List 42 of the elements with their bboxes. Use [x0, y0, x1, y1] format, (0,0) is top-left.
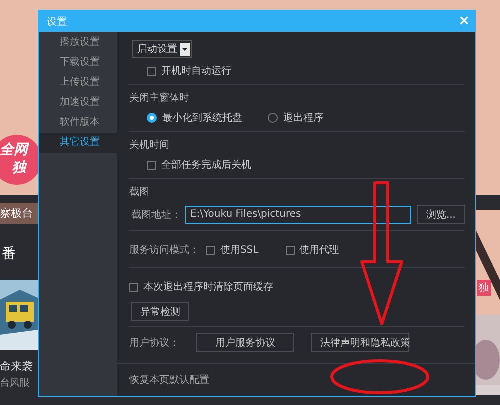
video-title: 察极台	[0, 203, 38, 224]
sidebar-item[interactable]: 下载设置	[39, 53, 118, 73]
checkbox[interactable]	[147, 66, 156, 76]
checkbox[interactable]	[206, 246, 216, 254]
caret-icon	[180, 42, 190, 56]
video-title: 台风眼	[0, 376, 30, 390]
checkbox-label: 使用代理	[300, 244, 340, 257]
sidebar-item[interactable]: 软件版本	[39, 113, 118, 133]
field-label: 截图地址：	[131, 208, 182, 222]
checkbox-label: 本次退出程序时清除页面缓存	[143, 280, 274, 294]
diagnose-button[interactable]: 异常检测	[131, 302, 190, 321]
sidebar-item[interactable]: 播放设置	[39, 33, 118, 53]
checkbox[interactable]	[286, 246, 295, 254]
radio-label: 最小化到系统托盘	[162, 112, 242, 125]
reset-defaults-link[interactable]: 恢复本页默认配置	[129, 373, 210, 387]
sidebar-item[interactable]: 上传设置	[39, 73, 118, 93]
startup-dropdown[interactable]: 启动设置	[132, 40, 192, 58]
radio-button[interactable]	[268, 113, 278, 123]
checkbox[interactable]	[147, 160, 156, 170]
browse-button[interactable]: 浏览...	[417, 205, 465, 224]
window-title: 设置	[47, 16, 67, 28]
section-heading: 关机时间	[129, 138, 170, 152]
checkbox-label: 开机时自动运行	[161, 64, 232, 78]
agreement-button[interactable]: 用户服务协议	[196, 333, 294, 352]
video-title: 番	[2, 245, 16, 263]
path-field[interactable]: E:\Youku Files\pictures	[185, 206, 412, 224]
section-heading: 关闭主窗体时	[129, 92, 190, 105]
sidebar-item[interactable]: 加速设置	[39, 93, 118, 113]
field-label: 服务访问模式：	[129, 244, 200, 257]
checkbox-label: 使用SSL	[220, 244, 259, 257]
badge-text: 独	[12, 159, 26, 177]
badge-text: 全网	[0, 141, 28, 159]
checkbox-label: 全部任务完成后关机	[161, 158, 252, 172]
video-title: 命来袭	[0, 359, 33, 374]
radio-button[interactable]	[147, 113, 158, 123]
radio-label: 退出程序	[283, 112, 324, 125]
checkbox[interactable]	[129, 282, 138, 292]
agreement-button[interactable]: 法律声明和隐私政策	[311, 333, 410, 352]
section-heading: 截图	[129, 186, 150, 199]
field-label: 用户协议：	[129, 336, 180, 350]
exclusive-tag: 独	[477, 280, 491, 296]
sidebar-item[interactable]: 其它设置	[39, 133, 118, 153]
